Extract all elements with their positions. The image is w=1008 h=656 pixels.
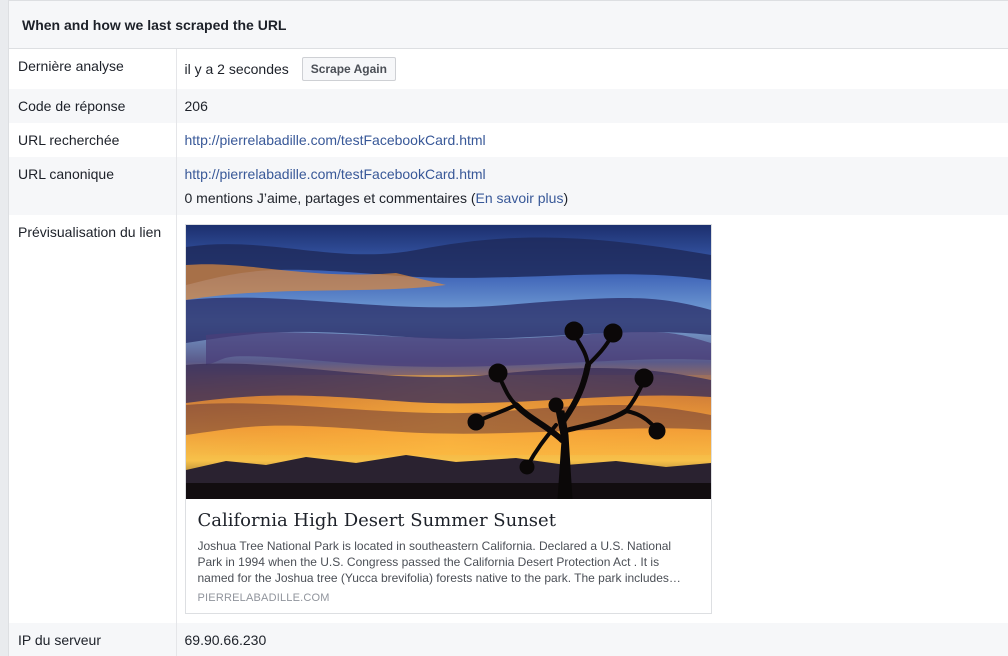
scrape-info-panel: When and how we last scraped the URL Der… bbox=[8, 0, 1008, 656]
value-last-scrape: il y a 2 secondes Scrape Again bbox=[176, 49, 1008, 89]
scrape-info-table: Dernière analyse il y a 2 secondes Scrap… bbox=[9, 49, 1008, 656]
preview-card-body: California High Desert Summer Sunset Jos… bbox=[186, 499, 711, 604]
fetched-url-link[interactable]: http://pierrelabadille.com/testFacebookC… bbox=[185, 132, 486, 148]
row-last-scrape: Dernière analyse il y a 2 secondes Scrap… bbox=[9, 49, 1008, 89]
value-link-preview: California High Desert Summer Sunset Jos… bbox=[176, 215, 1008, 623]
row-response-code: Code de réponse 206 bbox=[9, 89, 1008, 123]
link-preview-card[interactable]: California High Desert Summer Sunset Jos… bbox=[184, 224, 712, 614]
engagement-stats-text: 0 mentions J’aime, partages et commentai… bbox=[184, 190, 476, 206]
preview-domain: PIERRELABADILLE.COM bbox=[197, 592, 330, 604]
label-server-ip: IP du serveur bbox=[9, 623, 177, 656]
row-canonical-url: URL canonique http://pierrelabadille.com… bbox=[9, 157, 1008, 215]
label-response-code: Code de réponse bbox=[9, 89, 177, 123]
panel-title: When and how we last scraped the URL bbox=[22, 16, 287, 33]
engagement-stats-close: ) bbox=[563, 190, 569, 206]
panel-header: When and how we last scraped the URL bbox=[9, 0, 1008, 49]
value-server-ip: 69.90.66.230 bbox=[184, 632, 267, 648]
row-link-preview: Prévisualisation du lien California High… bbox=[9, 215, 1008, 623]
scrape-again-button[interactable]: Scrape Again bbox=[301, 57, 396, 81]
label-last-scrape: Dernière analyse bbox=[9, 49, 177, 89]
preview-title[interactable]: California High Desert Summer Sunset bbox=[198, 510, 699, 532]
label-fetched-url: URL recherchée bbox=[9, 123, 177, 157]
label-canonical-url: URL canonique bbox=[9, 157, 177, 215]
last-scrape-time: il y a 2 secondes bbox=[184, 61, 289, 77]
preview-description: Joshua Tree National Park is located in … bbox=[197, 539, 681, 585]
value-fetched-url: http://pierrelabadille.com/testFacebookC… bbox=[176, 123, 1008, 157]
preview-image[interactable] bbox=[185, 225, 711, 499]
label-link-preview: Prévisualisation du lien bbox=[9, 215, 177, 623]
canonical-url-link[interactable]: http://pierrelabadille.com/testFacebookC… bbox=[185, 166, 486, 182]
value-canonical-url: http://pierrelabadille.com/testFacebookC… bbox=[176, 157, 1008, 215]
row-server-ip: IP du serveur 69.90.66.230 bbox=[9, 623, 1008, 656]
value-response-code: 206 bbox=[184, 98, 208, 114]
row-fetched-url: URL recherchée http://pierrelabadille.co… bbox=[9, 123, 1008, 157]
engagement-stats: 0 mentions J’aime, partages et commentai… bbox=[185, 190, 1008, 206]
learn-more-link[interactable]: En savoir plus bbox=[476, 190, 564, 206]
